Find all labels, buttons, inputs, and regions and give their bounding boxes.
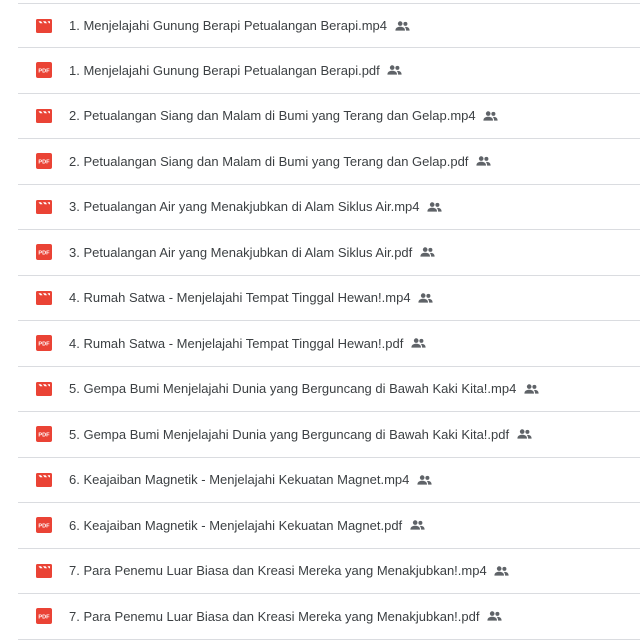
file-name: 6. Keajaiban Magnetik - Menjelajahi Keku…: [69, 517, 403, 533]
people-icon: [475, 153, 491, 169]
file-row[interactable]: 7. Para Penemu Luar Biasa dan Kreasi Mer…: [18, 549, 640, 594]
file-row[interactable]: 5. Gempa Bumi Menjelajahi Dunia yang Ber…: [18, 367, 640, 412]
file-row[interactable]: 3. Petualangan Air yang Menakjubkan di A…: [18, 185, 640, 230]
video-icon: [36, 199, 52, 215]
file-row[interactable]: 1. Menjelajahi Gunung Berapi Petualangan…: [18, 4, 640, 48]
people-icon: [394, 18, 410, 34]
people-icon: [409, 517, 425, 533]
people-icon: [483, 108, 499, 124]
video-icon: [36, 290, 52, 306]
video-icon: [36, 18, 52, 34]
pdf-icon: PDF: [36, 335, 52, 352]
file-name: 5. Gempa Bumi Menjelajahi Dunia yang Ber…: [69, 426, 510, 442]
pdf-icon-label: PDF: [38, 251, 50, 257]
people-icon: [523, 381, 539, 397]
people-icon: [516, 426, 532, 442]
people-icon: [387, 62, 403, 78]
file-name: 2. Petualangan Siang dan Malam di Bumi y…: [69, 153, 469, 169]
file-row[interactable]: PDF 2. Petualangan Siang dan Malam di Bum…: [18, 139, 640, 185]
pdf-icon-label: PDF: [38, 69, 50, 75]
file-row[interactable]: PDF 4. Rumah Satwa - Menjelajahi Tempat T…: [18, 321, 640, 367]
file-name: 3. Petualangan Air yang Menakjubkan di A…: [69, 244, 413, 260]
pdf-icon: PDF: [36, 153, 52, 170]
file-name: 4. Rumah Satwa - Menjelajahi Tempat Ting…: [69, 290, 411, 306]
people-icon: [410, 335, 426, 351]
video-icon: [36, 381, 52, 397]
file-row[interactable]: PDF 1. Menjelajahi Gunung Berapi Petualan…: [18, 48, 640, 94]
file-list: 1. Menjelajahi Gunung Berapi Petualangan…: [18, 0, 640, 640]
video-icon: [36, 563, 52, 579]
people-icon: [486, 608, 502, 624]
file-row[interactable]: 4. Rumah Satwa - Menjelajahi Tempat Ting…: [18, 276, 640, 321]
file-name: 1. Menjelajahi Gunung Berapi Petualangan…: [69, 18, 387, 33]
pdf-icon-label: PDF: [38, 160, 50, 166]
file-row[interactable]: PDF 6. Keajaiban Magnetik - Menjelajahi K…: [18, 503, 640, 549]
pdf-icon: PDF: [36, 517, 52, 534]
pdf-icon: PDF: [36, 62, 52, 79]
file-name: 4. Rumah Satwa - Menjelajahi Tempat Ting…: [69, 335, 404, 351]
pdf-icon: PDF: [36, 608, 52, 625]
file-name: 2. Petualangan Siang dan Malam di Bumi y…: [69, 108, 476, 124]
file-name: 7. Para Penemu Luar Biasa dan Kreasi Mer…: [69, 608, 480, 624]
file-row[interactable]: PDF 5. Gempa Bumi Menjelajahi Dunia yang …: [18, 412, 640, 458]
file-row[interactable]: 6. Keajaiban Magnetik - Menjelajahi Keku…: [18, 458, 640, 503]
people-icon: [494, 563, 510, 579]
file-row[interactable]: PDF 7. Para Penemu Luar Biasa dan Kreasi …: [18, 594, 640, 640]
people-icon: [416, 472, 432, 488]
file-name: 1. Menjelajahi Gunung Berapi Petualangan…: [69, 62, 380, 78]
file-name: 3. Petualangan Air yang Menakjubkan di A…: [69, 199, 420, 215]
people-icon: [427, 199, 443, 215]
file-name: 5. Gempa Bumi Menjelajahi Dunia yang Ber…: [69, 381, 517, 397]
video-icon: [36, 108, 52, 124]
file-row[interactable]: PDF 3. Petualangan Air yang Menakjubkan d…: [18, 230, 640, 276]
pdf-icon-label: PDF: [38, 524, 50, 530]
file-name: 6. Keajaiban Magnetik - Menjelajahi Keku…: [69, 472, 410, 488]
pdf-icon-label: PDF: [38, 433, 50, 439]
people-icon: [419, 244, 435, 260]
people-icon: [418, 290, 434, 306]
pdf-icon: PDF: [36, 244, 52, 261]
pdf-icon: PDF: [36, 426, 52, 443]
pdf-icon-label: PDF: [38, 615, 50, 621]
file-name: 7. Para Penemu Luar Biasa dan Kreasi Mer…: [69, 563, 487, 579]
file-row[interactable]: 2. Petualangan Siang dan Malam di Bumi y…: [18, 94, 640, 139]
pdf-icon-label: PDF: [38, 342, 50, 348]
video-icon: [36, 472, 52, 488]
